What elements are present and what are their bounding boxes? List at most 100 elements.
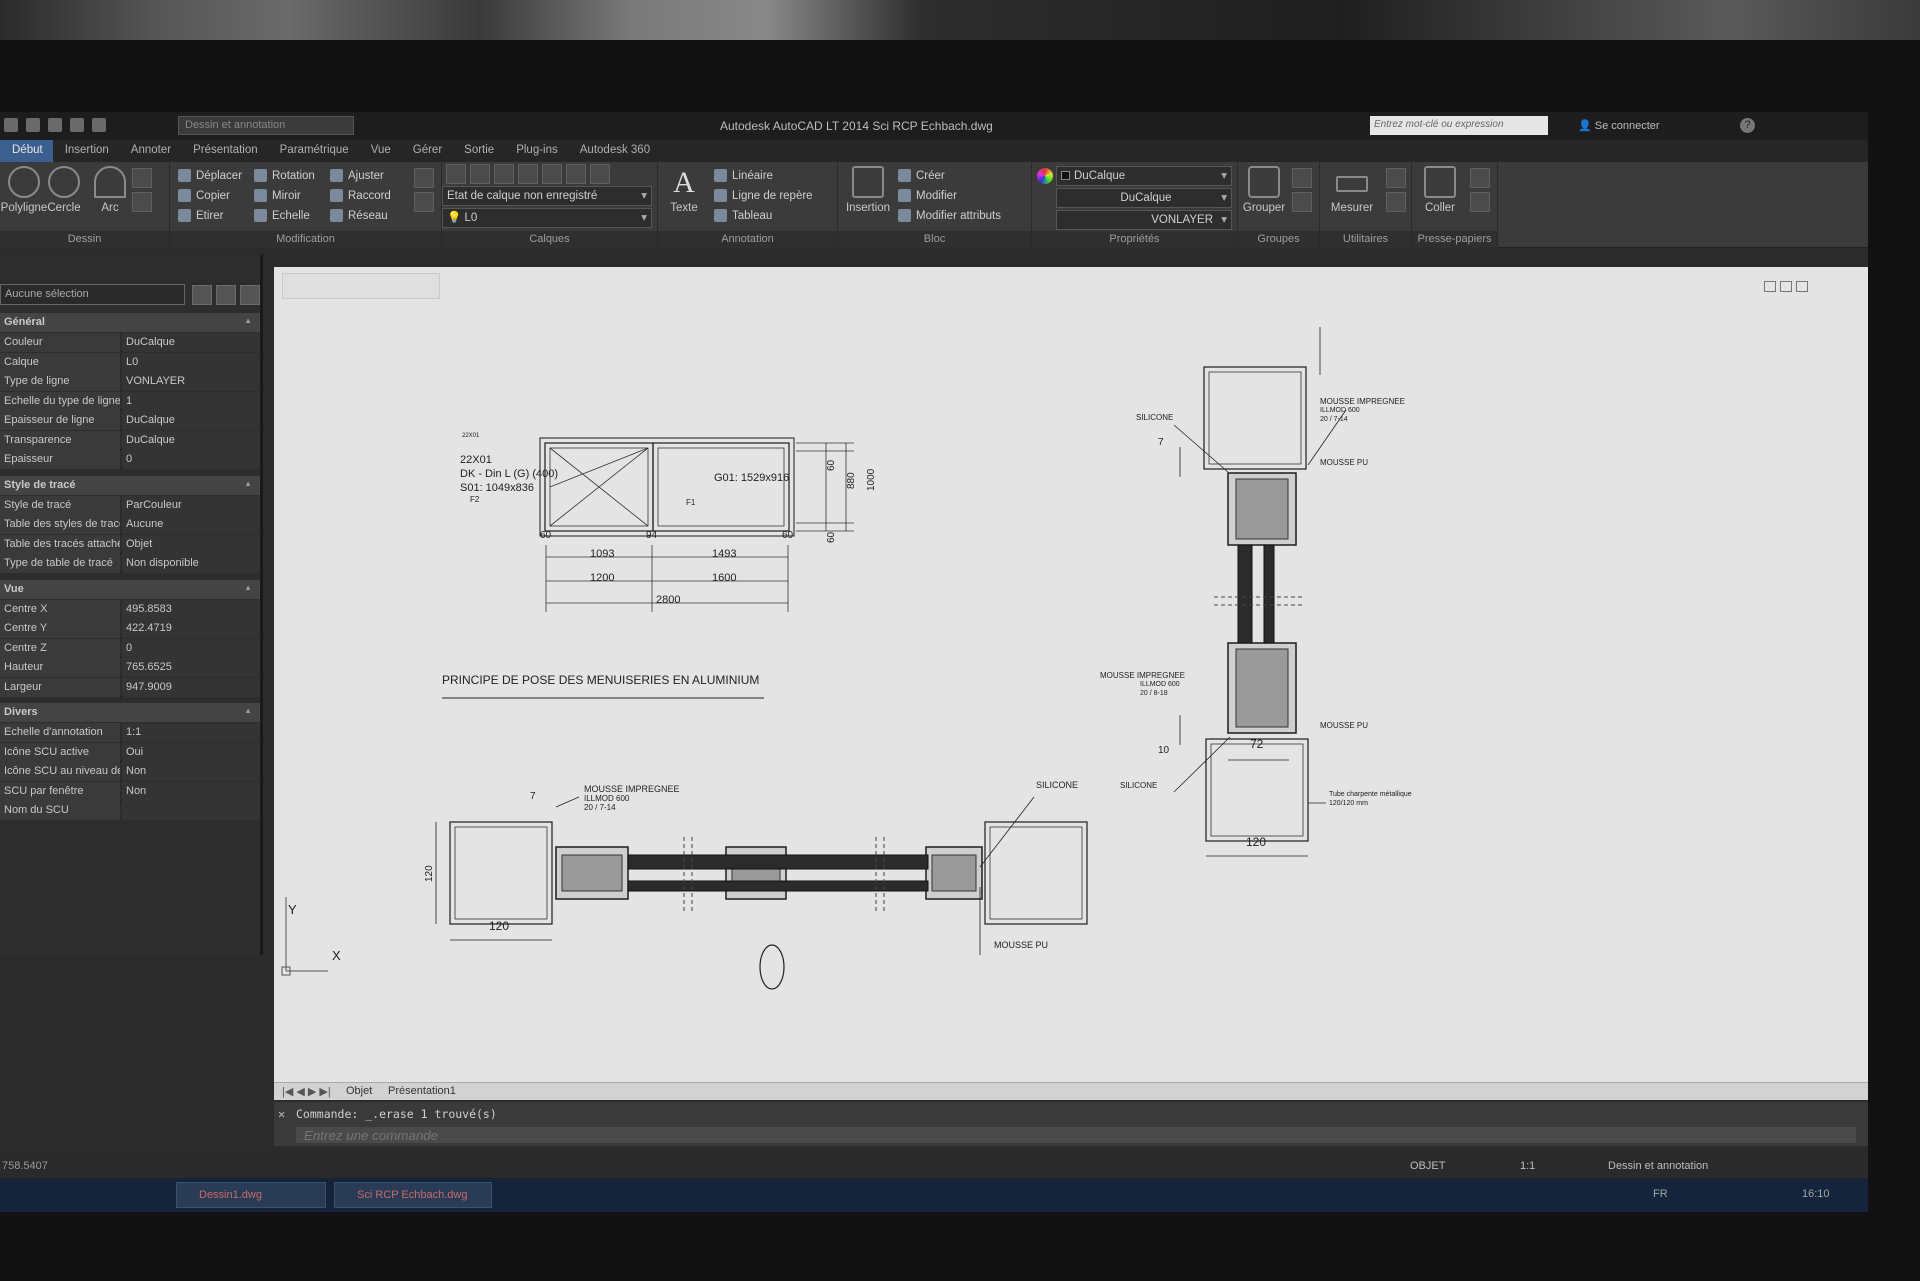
print-icon[interactable] [70,118,84,132]
edit-attributes-button[interactable]: Modifier attributs [898,206,1001,226]
workspace-select[interactable]: Dessin et annotation [178,116,354,135]
tab-gerer[interactable]: Gérer [401,140,452,162]
props-section-header[interactable]: Général [0,313,260,332]
layer-tool[interactable] [566,164,586,184]
leader-button[interactable]: Ligne de repère [714,186,813,206]
text-button[interactable]: A Texte [660,166,708,214]
props-section-header[interactable]: Divers [0,703,260,722]
explode-tool[interactable] [414,192,434,212]
open-icon[interactable] [26,118,40,132]
quick-select-tool[interactable] [1386,168,1406,188]
rotate-button[interactable]: Rotation [254,166,315,186]
layer-state-select[interactable]: Etat de calque non enregistré [442,186,652,206]
layer-tool[interactable] [470,164,490,184]
model-space-toggle[interactable]: OBJET [1410,1160,1445,1172]
props-row[interactable]: Largeur 947.9009 [0,677,260,697]
erase-tool[interactable] [414,168,434,188]
rectangle-tool[interactable] [132,168,152,188]
layer-tool[interactable] [494,164,514,184]
group-button[interactable]: Grouper [1240,166,1288,214]
tab-annoter[interactable]: Annoter [119,140,181,162]
props-row[interactable]: Echelle d'annotation 1:1 [0,723,260,742]
copy-button[interactable]: Copier [178,186,230,206]
hatch-tool[interactable] [132,192,152,212]
color-select[interactable]: DuCalque [1056,166,1232,186]
props-row[interactable]: Style de tracé ParCouleur [0,495,260,515]
props-section-header[interactable]: Style de tracé [0,475,260,495]
tab-parametrique[interactable]: Paramétrique [268,140,359,162]
layer-properties-tool[interactable] [446,164,466,184]
select-objects-icon[interactable] [216,285,236,305]
props-row[interactable]: Calque L0 [0,352,260,372]
layer-tool[interactable] [518,164,538,184]
props-section-header[interactable]: Vue [0,579,260,599]
layer-tool[interactable] [542,164,562,184]
lineweight-select[interactable]: DuCalque [1056,188,1232,208]
help-icon[interactable]: ? [1740,118,1755,133]
save-icon[interactable] [48,118,62,132]
search-input[interactable]: Entrez mot-clé ou expression [1370,116,1548,135]
trim-button[interactable]: Ajuster [330,166,384,186]
language-indicator[interactable]: FR [1653,1188,1668,1200]
tab-presentation[interactable]: Présentation [181,140,268,162]
props-row[interactable]: SCU par fenêtre Non [0,781,260,801]
linear-dim-button[interactable]: Linéaire [714,166,773,186]
arc-button[interactable]: Arc [86,166,134,214]
props-row[interactable]: Type de table de tracé Non disponible [0,554,260,573]
tab-presentation1[interactable]: Présentation1 [388,1085,456,1097]
props-row[interactable]: Nom du SCU [0,801,260,820]
quick-select-icon[interactable] [240,285,260,305]
move-button[interactable]: Déplacer [178,166,242,186]
tab-vue[interactable]: Vue [359,140,401,162]
close-icon[interactable]: ✕ [278,1107,285,1121]
fillet-button[interactable]: Raccord [330,186,391,206]
props-row[interactable]: Type de ligne VONLAYER [0,372,260,391]
tab-insertion[interactable]: Insertion [53,140,119,162]
props-row[interactable]: Echelle du type de ligne 1 [0,391,260,411]
layout-nav-icons[interactable]: |◀ ◀ ▶ ▶| [282,1085,331,1098]
props-row[interactable]: Icône SCU au niveau de l'...Non [0,762,260,781]
tab-debut[interactable]: Début [0,140,53,162]
props-row[interactable]: Table des tracés attachée àObjet [0,534,260,554]
props-row[interactable]: Epaisseur de ligne DuCalque [0,411,260,430]
props-row[interactable]: Transparence DuCalque [0,430,260,450]
insert-block-button[interactable]: Insertion [840,166,896,214]
paste-button[interactable]: Coller [1416,166,1464,214]
props-row[interactable]: Centre Z0 [0,638,260,658]
selection-select[interactable]: Aucune sélection [0,284,185,305]
tab-sortie[interactable]: Sortie [452,140,504,162]
toggle-pickadd-icon[interactable] [192,285,212,305]
sign-in-link[interactable]: 👤 Se connecter [1578,119,1660,132]
cut-tool[interactable] [1470,168,1490,188]
calculator-tool[interactable] [1386,192,1406,212]
array-button[interactable]: Réseau [330,206,388,226]
drawing-canvas[interactable]: 22X01 DK - Din L (G) (400) S01: 1049x836 G0… [274,267,1868,1100]
linetype-select[interactable]: VONLAYER [1056,210,1232,230]
undo-icon[interactable] [92,118,106,132]
tab-autodesk360[interactable]: Autodesk 360 [568,140,660,162]
ungroup-tool[interactable] [1292,168,1312,188]
props-row[interactable]: Centre X 495.8583 [0,599,260,619]
scale-button[interactable]: Echelle [254,206,310,226]
group-edit-tool[interactable] [1292,192,1312,212]
create-block-button[interactable]: Créer [898,166,945,186]
measure-button[interactable]: Mesurer [1324,166,1380,214]
color-wheel-icon[interactable] [1037,168,1053,184]
layer-tool[interactable] [590,164,610,184]
props-row[interactable]: Epaisseur 0 [0,450,260,469]
props-row[interactable]: Couleur DuCalque [0,333,260,352]
workspace-switch[interactable]: Dessin et annotation [1608,1160,1708,1172]
annotation-scale[interactable]: 1:1 [1520,1160,1535,1172]
copy-clip-tool[interactable] [1470,192,1490,212]
props-row[interactable]: Table des styles de tracé Aucune [0,515,260,534]
layer-select[interactable]: 💡 L0 [442,208,652,228]
table-button[interactable]: Tableau [714,206,772,226]
edit-block-button[interactable]: Modifier [898,186,957,206]
circle-button[interactable]: Cercle [40,166,88,214]
task-dessin1[interactable]: Dessin1.dwg [176,1182,326,1208]
props-row[interactable]: Icône SCU active Oui [0,742,260,762]
tab-objet[interactable]: Objet [346,1085,372,1097]
task-sci-rcp[interactable]: Sci RCP Echbach.dwg [334,1182,492,1208]
stretch-button[interactable]: Etirer [178,206,223,226]
tab-plugins[interactable]: Plug-ins [504,140,568,162]
